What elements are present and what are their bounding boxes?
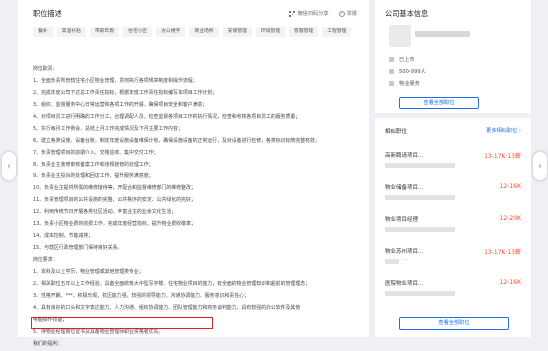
description-line: 15、与辖区行政管理部门保持良好关系。 [33,245,123,252]
more-similar-jobs-link[interactable]: 更多相似职位 › [486,127,521,134]
company-logo [389,25,411,47]
job-description-panel: 职位描述 微信扫码分享 举报 餐补 高温补贴 带薪年假 住宅小区 办公楼宇 商业… [18,0,369,347]
description-line: 3、性格开朗、***、积极乐观，抗压能力强，较强的领导能力、沟通协调能力、服务意… [33,292,249,299]
company-name-blurred [415,31,470,37]
chevron-left-icon: ‹ [7,160,11,172]
description-line: 1、本科及以上学历，物业管理或其他管理类专业； [33,268,144,275]
tag: 安保管理 [222,27,252,37]
description-line: 岗位职责： [33,66,58,72]
description-line: 6、建立各类设施、设备台账，制定年度设施设备维保计划，确保设施设备的正常运行，及… [33,137,320,144]
tag: 办公楼宇 [156,27,186,37]
tag: 餐补 [33,27,53,37]
qr-code-icon [289,10,296,17]
sidebar: 公司基本信息 已上市 500-999人 物业服务 查看全部职位 相似职位 更多相… [375,0,531,337]
company-card: 公司基本信息 已上市 500-999人 物业服务 查看全部职位 [375,0,531,113]
description-line: 4、对项目员工进行明确的工作分工，合理调配人员，检查监督各项目工作的执行情况，检… [33,113,301,120]
company-industry-row: 物业服务 [389,80,420,87]
tag: 住宅小区 [123,27,153,37]
description-line: 7、负责管理项目的前期介入、交楼验收、集中交付工作； [33,149,159,156]
job-description-text: 岗位职责： 1、全面负责所管辖住宅小区物业管理，贯彻执行各项规章制度和操作流程；… [33,64,365,351]
listed-icon [389,57,394,62]
industry-icon [389,81,394,86]
people-icon [389,69,394,74]
description-line: 2、相关职位五年以上工作经验，具备全面统筹大中型写字楼、住宅物业项目的能力，有全… [33,280,310,287]
company-name-blurred [385,163,455,168]
tag: 工程管理 [322,27,352,37]
company-status-row: 已上市 [389,56,415,63]
company-size-row: 500-999人 [389,68,426,75]
company-name-blurred [385,195,455,200]
description-line: 1、全面负责所管辖住宅小区物业管理，贯彻执行各项规章制度和操作流程； [33,77,198,84]
description-line: 2、完成年度公司下达总工作责任指标，根据年度工作责任指标编写本项目工作计划； [33,89,218,96]
company-name-blurred [385,227,455,232]
description-line: 3、组织、监督服务中心日常运营和各项工作的开展，确保项目安全和客户满意； [33,101,208,108]
tag: 环境管理 [255,27,286,37]
company-name-blurred [385,291,455,296]
scroll-right-button[interactable]: › [533,152,547,180]
tag: 带薪年假 [89,27,120,37]
description-line: 我们的福利： [33,340,63,347]
description-line: 岗位要求： [33,257,58,263]
report-label: 举报 [346,11,357,17]
welfare-tags: 餐补 高温补贴 带薪年假 住宅小区 办公楼宇 商业场所 安保管理 环境管理 客服… [33,27,363,37]
tag: 商业场所 [189,27,219,37]
company-name-blurred [385,259,399,264]
chevron-right-icon: › [538,160,542,172]
warning-icon [338,10,345,17]
scroll-left-button[interactable]: ‹ [2,152,16,180]
tag: 高温补贴 [56,27,86,37]
wechat-share-label: 微信扫码分享 [297,11,329,17]
highlight-box [31,317,213,329]
description-line: 9、负责业主投诉的处理和回访工作，提升服务满意度； [33,173,154,180]
similar-jobs-title: 相似职位 [385,129,408,135]
description-line: 14、成本控制，节能减排； [33,233,94,240]
description-line: 10、负责业主提供所需的维修接待等，开配合和监督维修部门的维修整改； [33,185,196,192]
company-section-title: 公司基本信息 [385,9,429,18]
tag: 客服管理 [289,27,319,37]
description-line: 12、利用传统节日开展各类社区活动，丰富业主的业余文化生活； [33,209,177,216]
view-all-jobs-button[interactable]: 查看全部职位 [399,97,479,109]
description-line: 8、负责业主装修审核备案工作和违规装修的处理工作； [33,161,154,168]
description-line: 11、负责管理项目的公共设施的完整、公共秩序的安定、公共绿化的完好； [33,197,196,204]
view-all-similar-button[interactable]: 查看全部职位 [399,317,509,330]
description-line: 4、具有良好的口头和文字表达能力、人力沟通、组织协调能力、团队管理能力和商务谈判… [33,304,301,311]
description-line: 5、实行每月工作例会，总结上月工作完成情况及下月主要工作内容； [33,125,183,132]
description-line: 13、负责小区物业费的收费工作，完成年度经营指标，提升物业费收缴率； [33,221,196,228]
wechat-share-button[interactable]: 微信扫码分享 [289,10,329,17]
similar-jobs-card: 相似职位 更多相似职位 › 高新聘请项目... 13-17K·13薪 物业储备项… [375,118,531,337]
report-button[interactable]: 举报 [338,10,357,17]
section-title: 职位描述 [33,9,62,18]
